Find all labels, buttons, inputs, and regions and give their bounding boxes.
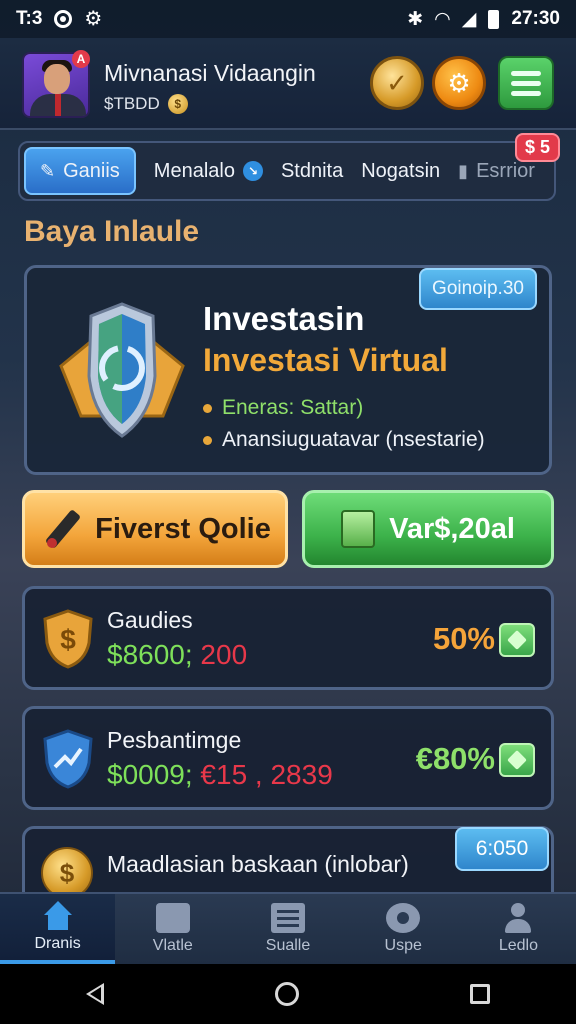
arrow-icon: ↘ [242, 161, 263, 181]
tab-menalalo[interactable]: Menalalo ↘ [154, 160, 263, 183]
list-item[interactable]: $ Gaudies $8600; 200 50% [22, 586, 554, 690]
status-bar: T:3 ⚙ ✱ ◠ ◢ 27:30 [0, 0, 576, 38]
user-balance: $TBDD $ [104, 94, 188, 114]
card-values: $0009; €15 , 2839 [107, 759, 333, 791]
status-left-text: T:3 [16, 8, 43, 29]
card-title: Gaudies [107, 607, 193, 633]
menu-icon-line [511, 70, 541, 76]
svg-text:$: $ [60, 624, 76, 655]
cash-icon [341, 510, 376, 548]
gear-icon: ⚙ [447, 67, 471, 98]
status-time: 27:30 [511, 8, 560, 29]
list-item[interactable]: Pesbantimge $0009; €15 , 2839 €80% [22, 706, 554, 810]
nav-item-vlatle[interactable]: Vlatle [115, 894, 230, 964]
tab-esrrior[interactable]: ▮ Esrrior [458, 160, 535, 183]
card-value-green: $0009; [107, 759, 193, 790]
category-tabs: ✎ Ganiis Menalalo ↘ Stdnita Nogatsin ▮ E… [18, 133, 560, 201]
tab-nogatsin[interactable]: Nogatsin [361, 160, 440, 183]
wifi-icon: ◠ [435, 8, 450, 30]
settings-button[interactable]: ⚙ [432, 56, 486, 110]
back-icon[interactable] [85, 983, 104, 1005]
menu-button[interactable] [498, 56, 554, 110]
home-circle-icon[interactable] [274, 982, 299, 1006]
card-value-red: 200 [200, 639, 248, 670]
gear-icon [386, 903, 421, 933]
nav-label: Vlatle [152, 937, 193, 954]
tabs-badge: $ 5 [514, 133, 560, 162]
card-percent: 50% [432, 621, 495, 656]
tab-ganiis[interactable]: ✎ Ganiis [24, 147, 136, 195]
bluetooth-icon: ✱ [407, 8, 424, 30]
card-value-red: €15 , 2839 [200, 759, 333, 790]
record-icon [54, 10, 73, 28]
pencil-icon: ✎ [40, 160, 56, 181]
balance-value: $TBDD [104, 94, 160, 113]
home-icon [41, 901, 75, 931]
tab-label: Nogatsin [361, 159, 441, 182]
system-nav-bar [0, 964, 576, 1024]
nav-item-sualle[interactable]: Sualle [230, 894, 345, 964]
feature-card[interactable]: Goinoip.30 Investasin Investasi Virtual … [24, 265, 552, 475]
nav-label: Ledlo [498, 937, 538, 954]
secondary-action-label: Var$,20al [389, 512, 515, 545]
section-title: Baya Inlaule [24, 215, 200, 248]
nav-label: Sualle [265, 937, 311, 954]
shield-icon [59, 302, 185, 438]
nav-item-dranis[interactable]: Dranis [0, 894, 116, 964]
battery-icon [488, 9, 500, 29]
card-values: $8600; 200 [107, 639, 247, 671]
tab-label: Esrrior [476, 159, 535, 182]
tab-stdnita[interactable]: Stdnita [281, 160, 343, 183]
card-title: Pesbantimge [107, 727, 242, 753]
check-icon[interactable] [499, 623, 535, 657]
pen-icon [39, 508, 81, 550]
primary-action-label: Fiverst Qolie [95, 512, 271, 545]
recent-apps-icon[interactable] [470, 984, 491, 1004]
check-coin-icon: ✓ [386, 67, 408, 98]
status-left: T:3 ⚙ [16, 8, 102, 30]
feature-bullet: Anansiuguatavar (nsestarie) [203, 428, 485, 452]
user-name: Mivnanasi Vidaangin [104, 60, 316, 86]
card-percent: €80% [415, 741, 495, 776]
list-icon [271, 903, 305, 933]
mail-icon [155, 903, 190, 933]
tab-label: Stdnita [280, 159, 344, 182]
card-title: Maadlasian baskaan (inlobar) [107, 851, 409, 877]
nav-item-uspe[interactable]: Uspe [346, 894, 461, 964]
feature-title: Investasin [203, 300, 365, 337]
tab-label: Menalalo [153, 159, 235, 182]
status-right: ✱ ◠ ◢ 27:30 [407, 8, 560, 31]
coins-button[interactable]: ✓ [370, 56, 424, 110]
signal-icon: ◢ [461, 8, 477, 30]
app-header: A Mivnanasi Vidaangin $TBDD $ ✓ ⚙ [0, 38, 576, 130]
user-icon [501, 903, 535, 933]
primary-action-button[interactable]: Fiverst Qolie [22, 490, 288, 568]
avatar-notification-badge: A [72, 50, 90, 68]
tab-label: Ganiis [63, 159, 120, 182]
nav-label: Uspe [384, 937, 422, 954]
feature-bullet: Eneras: Sattar) [203, 396, 363, 420]
nav-label: Dranis [34, 935, 81, 952]
menu-icon-line [511, 90, 541, 96]
card-pill[interactable]: 6:050 [455, 827, 549, 871]
bottom-nav: Dranis Vlatle Sualle Uspe Ledlo [0, 892, 576, 964]
battery-tab-icon: ▮ [458, 160, 469, 181]
card-value-green: $8600; [107, 639, 193, 670]
feature-subtitle: Investasi Virtual [203, 342, 448, 378]
settings-status-icon: ⚙ [84, 8, 103, 30]
coin-icon: $ [167, 94, 188, 114]
gold-shield-dollar-icon: $ [43, 609, 93, 669]
blue-shield-chart-icon [43, 729, 93, 789]
secondary-action-button[interactable]: Var$,20al [302, 490, 554, 568]
menu-icon-line [511, 80, 541, 86]
feature-pill[interactable]: Goinoip.30 [419, 268, 537, 310]
check-icon[interactable] [499, 743, 535, 777]
nav-item-ledlo[interactable]: Ledlo [461, 894, 576, 964]
